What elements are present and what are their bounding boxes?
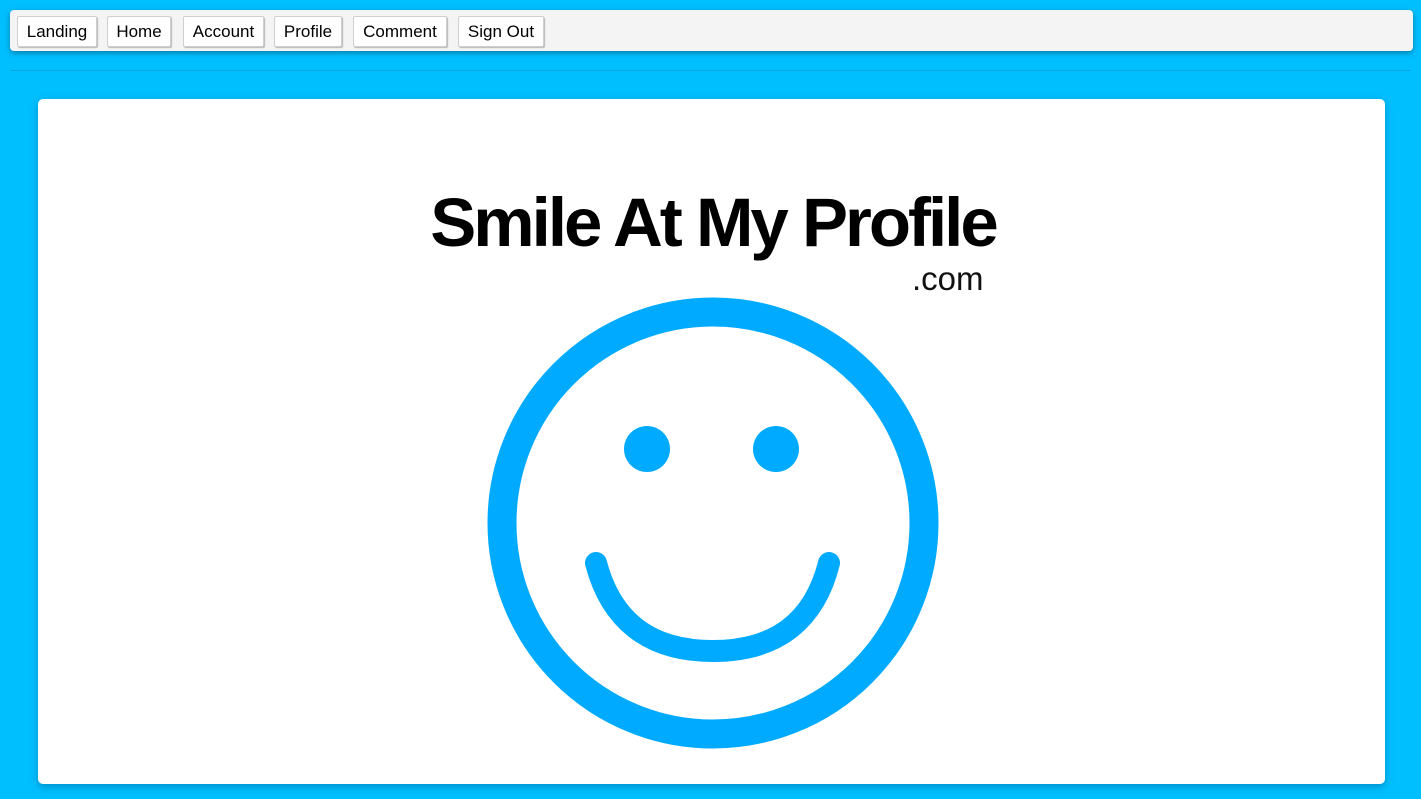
nav-home-button[interactable]: Home: [107, 16, 171, 47]
smiley-left-eye: [624, 426, 670, 472]
smiley-face-outline: [487, 297, 939, 749]
smiley-right-eye: [753, 426, 799, 472]
nav-landing-button[interactable]: Landing: [17, 16, 97, 47]
top-navbar: Landing Home Account Profile Comment Sig…: [10, 10, 1413, 51]
nav-comment-button[interactable]: Comment: [353, 16, 447, 47]
smiley-mouth: [585, 552, 840, 663]
smiley-face-icon: [487, 297, 939, 749]
nav-account-button[interactable]: Account: [183, 16, 264, 47]
nav-profile-button[interactable]: Profile: [274, 16, 342, 47]
logo-card: Smile At My Profile .com: [38, 99, 1385, 784]
nav-sign-out-button[interactable]: Sign Out: [458, 16, 544, 47]
divider: [10, 70, 1411, 71]
logo-title: Smile At My Profile: [430, 184, 998, 261]
logo-domain-suffix: .com: [912, 260, 984, 297]
